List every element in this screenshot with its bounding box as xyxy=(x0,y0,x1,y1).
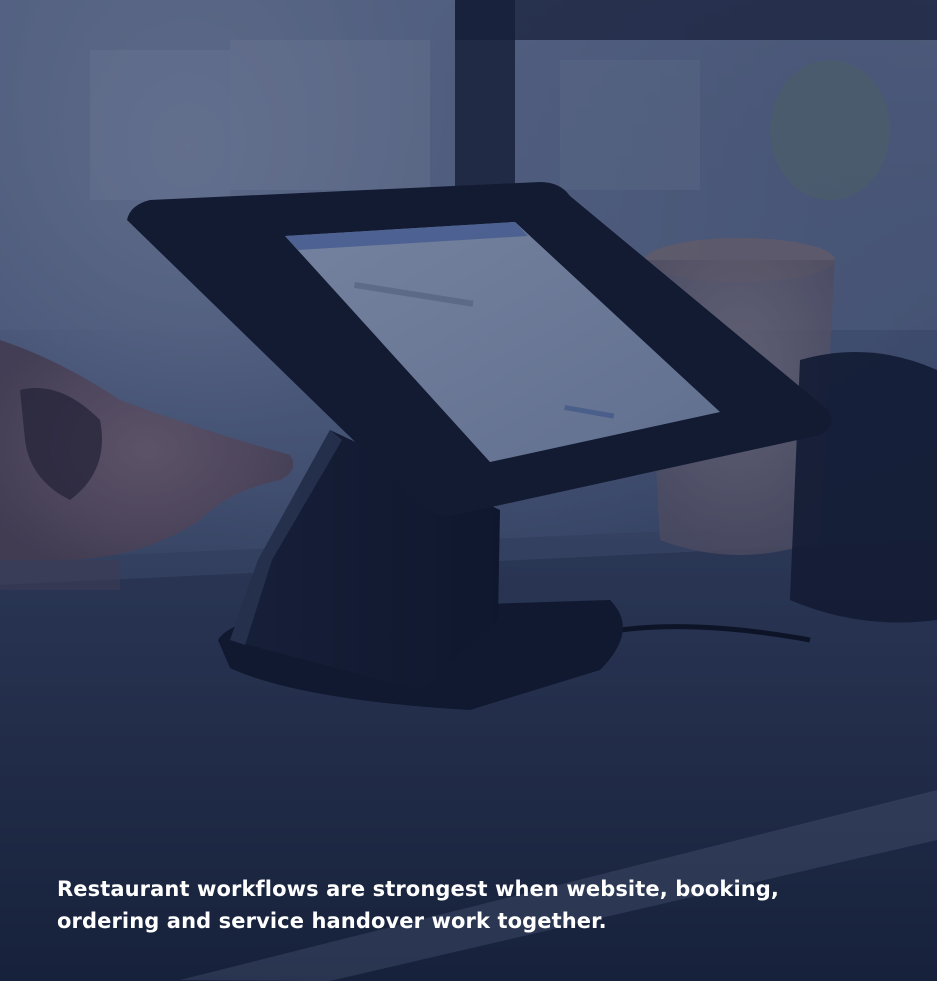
hero-image: Restaurant workflows are strongest when … xyxy=(0,0,937,981)
blue-overlay xyxy=(0,0,937,981)
hero-caption: Restaurant workflows are strongest when … xyxy=(57,877,780,933)
